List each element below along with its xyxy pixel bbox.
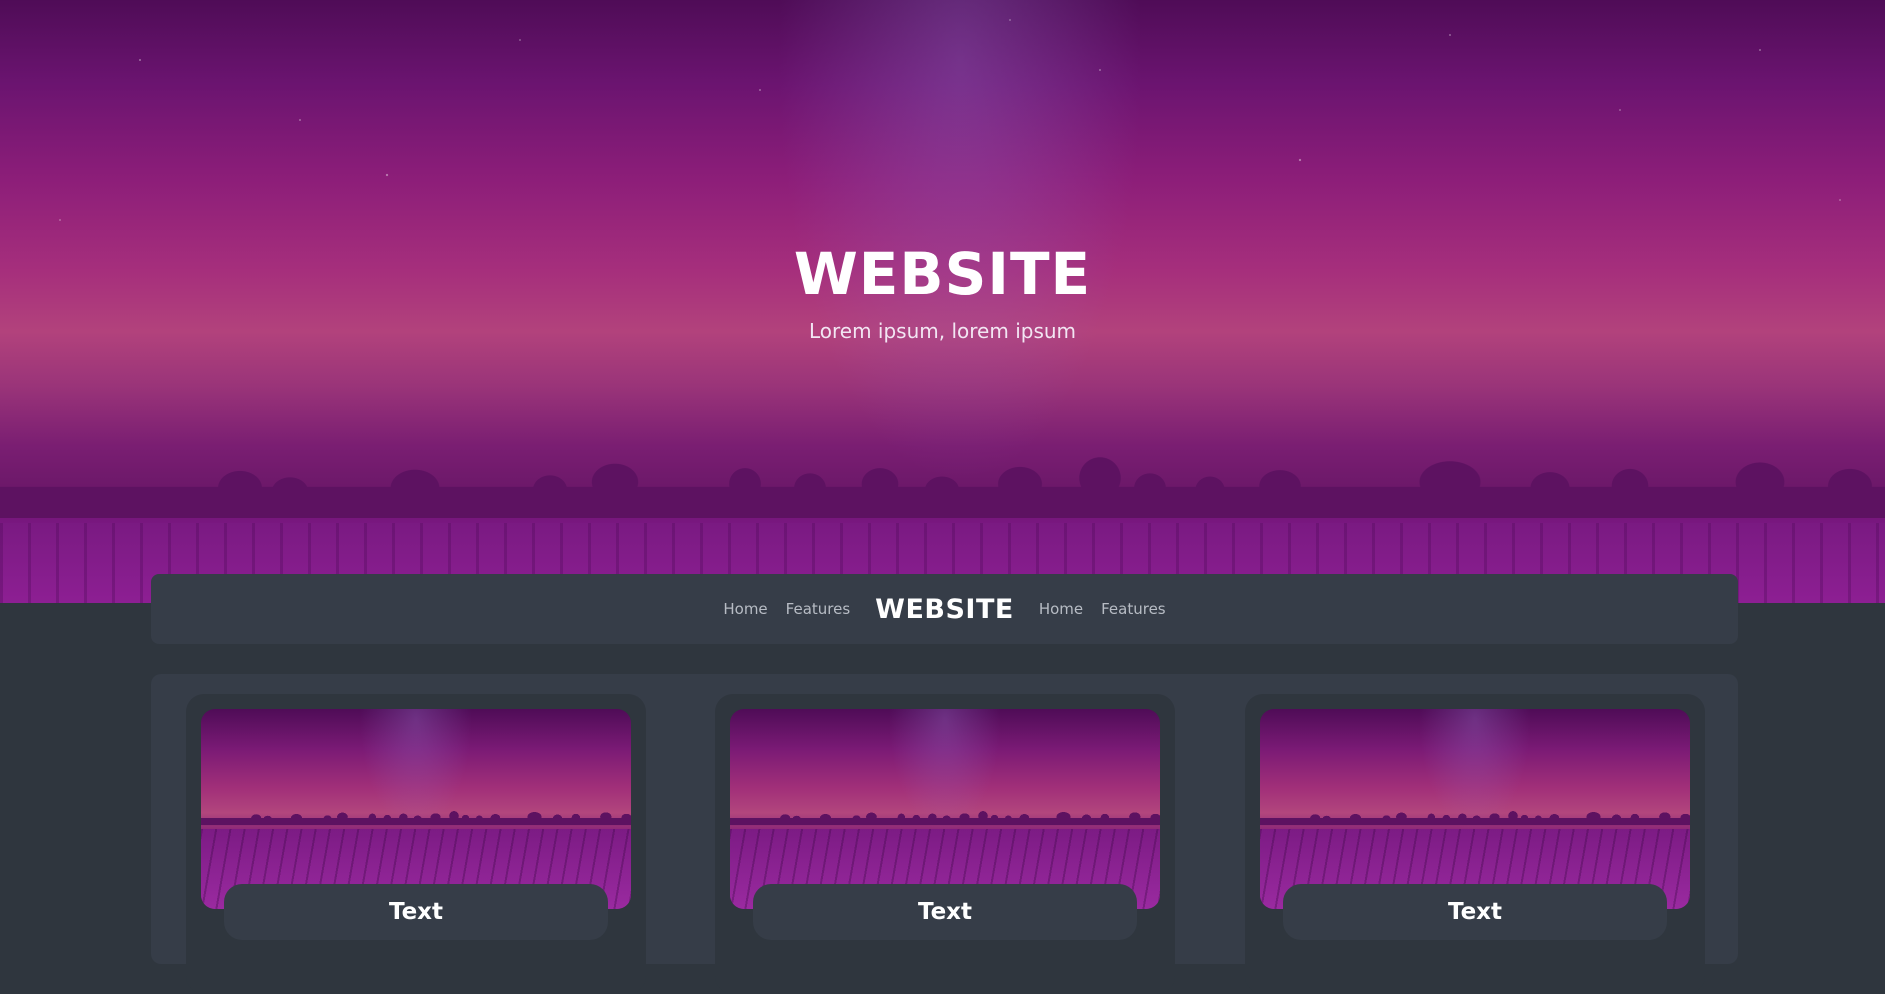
hero-banner: WEBSITE Lorem ipsum, lorem ipsum bbox=[0, 0, 1885, 603]
card-label[interactable]: Text bbox=[1283, 884, 1667, 940]
hero-subtitle: Lorem ipsum, lorem ipsum bbox=[808, 319, 1077, 343]
card-image bbox=[1260, 709, 1690, 909]
hero-title: WEBSITE bbox=[793, 240, 1092, 308]
card-tree-silhouette bbox=[201, 809, 631, 826]
card-tree-silhouette bbox=[730, 809, 1160, 826]
card-grid: Text Text Text bbox=[151, 674, 1738, 994]
card-image bbox=[730, 709, 1160, 909]
nav-link-features-right[interactable]: Features bbox=[1101, 600, 1166, 618]
card-label[interactable]: Text bbox=[224, 884, 608, 940]
card[interactable]: Text bbox=[715, 694, 1175, 994]
navbar: Home Features WEBSITE Home Features bbox=[151, 574, 1738, 644]
nav-brand-logo[interactable]: WEBSITE bbox=[875, 594, 1014, 625]
card-label[interactable]: Text bbox=[753, 884, 1137, 940]
card-image bbox=[201, 709, 631, 909]
card[interactable]: Text bbox=[1245, 694, 1705, 994]
card[interactable]: Text bbox=[186, 694, 646, 994]
nav-link-features-left[interactable]: Features bbox=[786, 600, 851, 618]
card-tree-silhouette bbox=[1260, 809, 1690, 826]
nav-link-home-right[interactable]: Home bbox=[1039, 600, 1083, 618]
nav-link-home-left[interactable]: Home bbox=[723, 600, 767, 618]
hero-tree-silhouette bbox=[0, 448, 1885, 518]
